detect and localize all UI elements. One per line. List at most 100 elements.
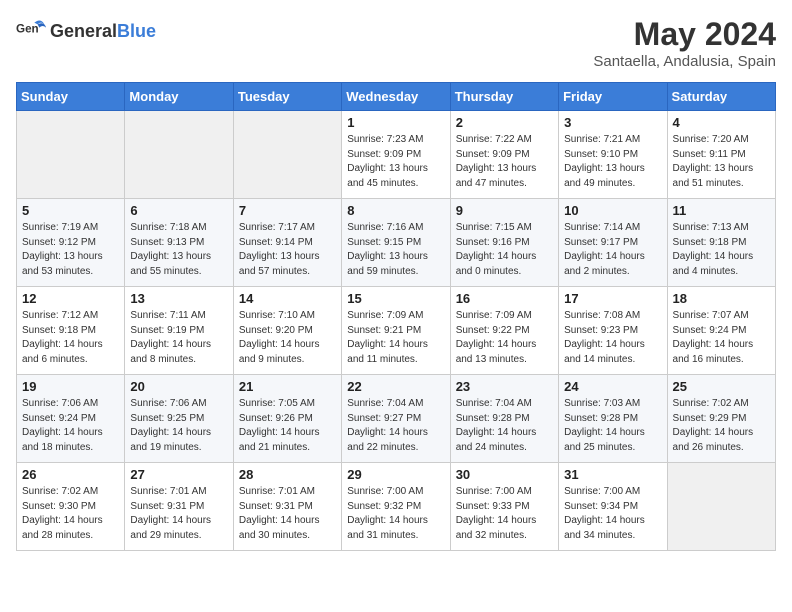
calendar-cell: 1 Sunrise: 7:23 AMSunset: 9:09 PMDaylight… [342,111,450,199]
day-number: 1 [347,115,444,130]
calendar-cell: 3Sunrise: 7:21 AMSunset: 9:10 PMDaylight… [559,111,667,199]
day-number: 8 [347,203,444,218]
day-header: Sunday [17,83,125,111]
day-number: 15 [347,291,444,306]
day-number: 2 [456,115,553,130]
day-number: 4 [673,115,770,130]
calendar-cell [17,111,125,199]
day-info: Sunrise: 7:02 AMSunset: 9:30 PMDaylight:… [22,485,119,543]
calendar-week: 19 Sunrise: 7:06 AMSunset: 9:24 PMDayligh… [17,375,776,463]
day-info: Sunrise: 7:01 AMSunset: 9:31 PMDaylight:… [239,485,336,543]
day-info: Sunrise: 7:23 AMSunset: 9:09 PMDaylight:… [347,133,444,191]
calendar-cell: 11 Sunrise: 7:13 AMSunset: 9:18 PMDayligh… [667,199,775,287]
calendar-cell: 21 Sunrise: 7:05 AMSunset: 9:26 PMDayligh… [233,375,341,463]
day-info: Sunrise: 7:14 AMSunset: 9:17 PMDaylight:… [564,221,661,279]
calendar-cell: 14Sunrise: 7:10 AMSunset: 9:20 PMDayligh… [233,287,341,375]
day-number: 27 [130,467,227,482]
day-info: Sunrise: 7:07 AMSunset: 9:24 PMDaylight:… [673,309,770,367]
calendar-cell: 28 Sunrise: 7:01 AMSunset: 9:31 PMDayligh… [233,463,341,551]
calendar-cell: 2 Sunrise: 7:22 AMSunset: 9:09 PMDaylight… [450,111,558,199]
day-number: 5 [22,203,119,218]
page-header: Gen GeneralBlue May 2024 Santaella, Anda… [16,16,776,70]
day-info: Sunrise: 7:13 AMSunset: 9:18 PMDaylight:… [673,221,770,279]
day-info: Sunrise: 7:03 AMSunset: 9:28 PMDaylight:… [564,397,661,455]
day-header: Saturday [667,83,775,111]
month-year: May 2024 [593,16,776,53]
day-number: 29 [347,467,444,482]
day-info: Sunrise: 7:00 AMSunset: 9:34 PMDaylight:… [564,485,661,543]
calendar-cell: 31 Sunrise: 7:00 AMSunset: 9:34 PMDayligh… [559,463,667,551]
day-info: Sunrise: 7:08 AMSunset: 9:23 PMDaylight:… [564,309,661,367]
day-number: 22 [347,379,444,394]
calendar-cell: 24 Sunrise: 7:03 AMSunset: 9:28 PMDayligh… [559,375,667,463]
day-number: 19 [22,379,119,394]
day-number: 7 [239,203,336,218]
day-number: 20 [130,379,227,394]
day-number: 16 [456,291,553,306]
day-info: Sunrise: 7:09 AMSunset: 9:22 PMDaylight:… [456,309,553,367]
day-info: Sunrise: 7:06 AMSunset: 9:24 PMDaylight:… [22,397,119,455]
calendar-cell: 10 Sunrise: 7:14 AMSunset: 9:17 PMDayligh… [559,199,667,287]
day-header: Monday [125,83,233,111]
calendar-cell: 27 Sunrise: 7:01 AMSunset: 9:31 PMDayligh… [125,463,233,551]
calendar-cell: 17 Sunrise: 7:08 AMSunset: 9:23 PMDayligh… [559,287,667,375]
day-info: Sunrise: 7:05 AMSunset: 9:26 PMDaylight:… [239,397,336,455]
calendar-cell: 6Sunrise: 7:18 AMSunset: 9:13 PMDaylight… [125,199,233,287]
calendar-cell: 13 Sunrise: 7:11 AMSunset: 9:19 PMDayligh… [125,287,233,375]
day-header: Friday [559,83,667,111]
day-number: 30 [456,467,553,482]
day-info: Sunrise: 7:22 AMSunset: 9:09 PMDaylight:… [456,133,553,191]
day-number: 17 [564,291,661,306]
calendar-header: SundayMondayTuesdayWednesdayThursdayFrid… [17,83,776,111]
day-number: 14 [239,291,336,306]
logo: Gen GeneralBlue [16,16,156,46]
calendar-cell: 20 Sunrise: 7:06 AMSunset: 9:25 PMDayligh… [125,375,233,463]
day-info: Sunrise: 7:15 AMSunset: 9:16 PMDaylight:… [456,221,553,279]
title-block: May 2024 Santaella, Andalusia, Spain [593,16,776,70]
day-number: 6 [130,203,227,218]
calendar-cell: 25 Sunrise: 7:02 AMSunset: 9:29 PMDayligh… [667,375,775,463]
calendar-cell: 16 Sunrise: 7:09 AMSunset: 9:22 PMDayligh… [450,287,558,375]
day-info: Sunrise: 7:00 AMSunset: 9:33 PMDaylight:… [456,485,553,543]
day-info: Sunrise: 7:06 AMSunset: 9:25 PMDaylight:… [130,397,227,455]
day-info: Sunrise: 7:02 AMSunset: 9:29 PMDaylight:… [673,397,770,455]
day-header: Thursday [450,83,558,111]
logo-icon: Gen [16,16,46,46]
day-info: Sunrise: 7:19 AMSunset: 9:12 PMDaylight:… [22,221,119,279]
day-number: 31 [564,467,661,482]
day-info: Sunrise: 7:20 AMSunset: 9:11 PMDaylight:… [673,133,770,191]
day-number: 24 [564,379,661,394]
day-info: Sunrise: 7:17 AMSunset: 9:14 PMDaylight:… [239,221,336,279]
day-number: 12 [22,291,119,306]
day-info: Sunrise: 7:11 AMSunset: 9:19 PMDaylight:… [130,309,227,367]
logo-text: GeneralBlue [50,21,156,42]
calendar-week: 12 Sunrise: 7:12 AMSunset: 9:18 PMDayligh… [17,287,776,375]
day-number: 28 [239,467,336,482]
day-number: 13 [130,291,227,306]
day-number: 21 [239,379,336,394]
calendar-cell: 9 Sunrise: 7:15 AMSunset: 9:16 PMDaylight… [450,199,558,287]
calendar-cell [125,111,233,199]
day-number: 25 [673,379,770,394]
calendar-cell: 26 Sunrise: 7:02 AMSunset: 9:30 PMDayligh… [17,463,125,551]
calendar-cell: 29Sunrise: 7:00 AMSunset: 9:32 PMDayligh… [342,463,450,551]
calendar-week: 5 Sunrise: 7:19 AMSunset: 9:12 PMDaylight… [17,199,776,287]
day-header: Wednesday [342,83,450,111]
day-info: Sunrise: 7:12 AMSunset: 9:18 PMDaylight:… [22,309,119,367]
calendar-cell: 5 Sunrise: 7:19 AMSunset: 9:12 PMDaylight… [17,199,125,287]
day-number: 10 [564,203,661,218]
day-number: 9 [456,203,553,218]
day-info: Sunrise: 7:01 AMSunset: 9:31 PMDaylight:… [130,485,227,543]
calendar-cell [667,463,775,551]
calendar-cell: 30 Sunrise: 7:00 AMSunset: 9:33 PMDayligh… [450,463,558,551]
calendar-cell: 15 Sunrise: 7:09 AMSunset: 9:21 PMDayligh… [342,287,450,375]
day-number: 26 [22,467,119,482]
calendar-cell: 8 Sunrise: 7:16 AMSunset: 9:15 PMDaylight… [342,199,450,287]
svg-text:Gen: Gen [16,23,39,36]
day-number: 11 [673,203,770,218]
day-info: Sunrise: 7:09 AMSunset: 9:21 PMDaylight:… [347,309,444,367]
day-header: Tuesday [233,83,341,111]
calendar-week: 1 Sunrise: 7:23 AMSunset: 9:09 PMDaylight… [17,111,776,199]
day-info: Sunrise: 7:16 AMSunset: 9:15 PMDaylight:… [347,221,444,279]
day-number: 18 [673,291,770,306]
